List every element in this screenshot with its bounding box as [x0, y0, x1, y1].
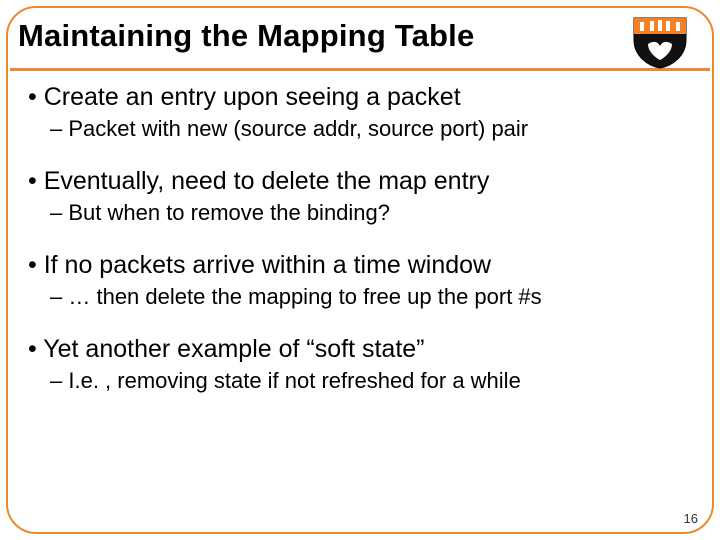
bullet-sub: But when to remove the binding? — [50, 199, 692, 228]
bullet-main: Eventually, need to delete the map entry — [28, 166, 692, 197]
slide: Maintaining the Mapping Table Create an … — [0, 0, 720, 540]
bullet-main: If no packets arrive within a time windo… — [28, 250, 692, 281]
bullet-group: If no packets arrive within a time windo… — [28, 250, 692, 312]
bullet-main: Create an entry upon seeing a packet — [28, 82, 692, 113]
bullet-main: Yet another example of “soft state” — [28, 334, 692, 365]
bullet-group: Create an entry upon seeing a packet Pac… — [28, 82, 692, 144]
title-underline — [10, 68, 710, 71]
page-number: 16 — [684, 511, 698, 526]
bullet-sub: I.e. , removing state if not refreshed f… — [50, 367, 692, 396]
bullet-group: Eventually, need to delete the map entry… — [28, 166, 692, 228]
slide-title: Maintaining the Mapping Table — [18, 18, 702, 54]
bullet-sub: … then delete the mapping to free up the… — [50, 283, 692, 312]
princeton-shield-icon — [628, 14, 692, 70]
bullet-sub: Packet with new (source addr, source por… — [50, 115, 692, 144]
title-area: Maintaining the Mapping Table — [14, 12, 706, 64]
slide-body: Create an entry upon seeing a packet Pac… — [28, 82, 692, 417]
bullet-group: Yet another example of “soft state” I.e.… — [28, 334, 692, 396]
